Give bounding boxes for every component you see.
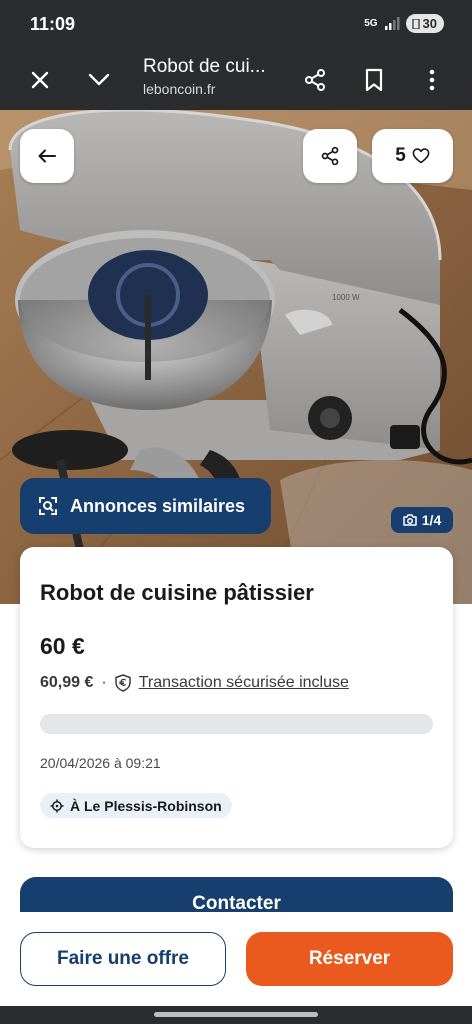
back-button[interactable]: [20, 129, 74, 183]
listing-info-card: Robot de cuisine pâtissier 60 € 60,99 € …: [20, 547, 453, 848]
chevron-down-icon: [88, 73, 110, 86]
battery-level: 30: [422, 16, 437, 31]
close-icon: [31, 71, 49, 89]
shield-euro-icon: [114, 674, 131, 692]
close-button[interactable]: [20, 60, 60, 100]
home-indicator[interactable]: [154, 1012, 318, 1017]
location-label: À Le Plessis-Robinson: [70, 797, 222, 814]
favorite-button[interactable]: 5: [372, 129, 453, 183]
favorite-count: 5: [395, 145, 406, 166]
loading-placeholder: [40, 714, 433, 734]
listing-date: 20/04/2026 à 09:21: [40, 755, 161, 771]
listing-title: Robot de cuisine pâtissier: [40, 580, 314, 605]
browser-toolbar: Robot de cui... leboncoin.fr: [0, 50, 472, 110]
price-with-fees: 60,99 €: [40, 674, 94, 691]
more-options-button[interactable]: [412, 60, 452, 100]
photo-counter-text: 1/4: [421, 512, 442, 528]
reserve-button[interactable]: Réserver: [246, 932, 453, 986]
signal-icon: [384, 16, 400, 30]
bottom-action-bar: Faire une offre Réserver: [0, 912, 472, 1006]
similar-listings-label: Annonces similaires: [70, 495, 246, 516]
secure-transaction-link[interactable]: Transaction sécurisée incluse: [139, 674, 349, 692]
listing-price: 60 €: [40, 633, 85, 659]
separator-dot: ·: [101, 674, 107, 691]
more-vert-icon: [429, 69, 435, 91]
listing-share-button[interactable]: [303, 129, 357, 183]
share-button[interactable]: [295, 60, 335, 100]
similar-listings-button[interactable]: Annonces similaires: [20, 478, 271, 534]
collapse-button[interactable]: [79, 60, 119, 100]
network-5g-icon: 5G: [364, 17, 378, 29]
make-offer-button[interactable]: Faire une offre: [20, 932, 226, 986]
page-title: Robot de cui...: [143, 56, 266, 77]
appliance-power-label: 1000 W: [332, 293, 360, 302]
image-search-icon: [39, 497, 57, 515]
location-badge[interactable]: À Le Plessis-Robinson: [40, 793, 232, 818]
bookmark-icon: [365, 68, 383, 92]
share-icon: [321, 146, 339, 166]
photo-counter: 1/4: [391, 507, 453, 533]
arrow-left-icon: [38, 149, 56, 163]
location-target-icon: [50, 799, 64, 812]
heart-icon: [412, 148, 430, 164]
price-details: 60,99 € · Transaction sécurisée incluse: [40, 674, 349, 692]
status-bar: 11:09 5G 30: [0, 0, 472, 50]
page-domain: leboncoin.fr: [143, 81, 216, 97]
status-time: 11:09: [30, 14, 76, 34]
status-icons: 5G 30: [364, 14, 444, 33]
camera-icon: [403, 514, 417, 526]
share-icon: [305, 69, 325, 91]
battery-icon: [411, 18, 420, 29]
battery-indicator: 30: [405, 14, 444, 33]
system-navigation-bar: [0, 1006, 472, 1024]
bookmark-button[interactable]: [354, 60, 394, 100]
